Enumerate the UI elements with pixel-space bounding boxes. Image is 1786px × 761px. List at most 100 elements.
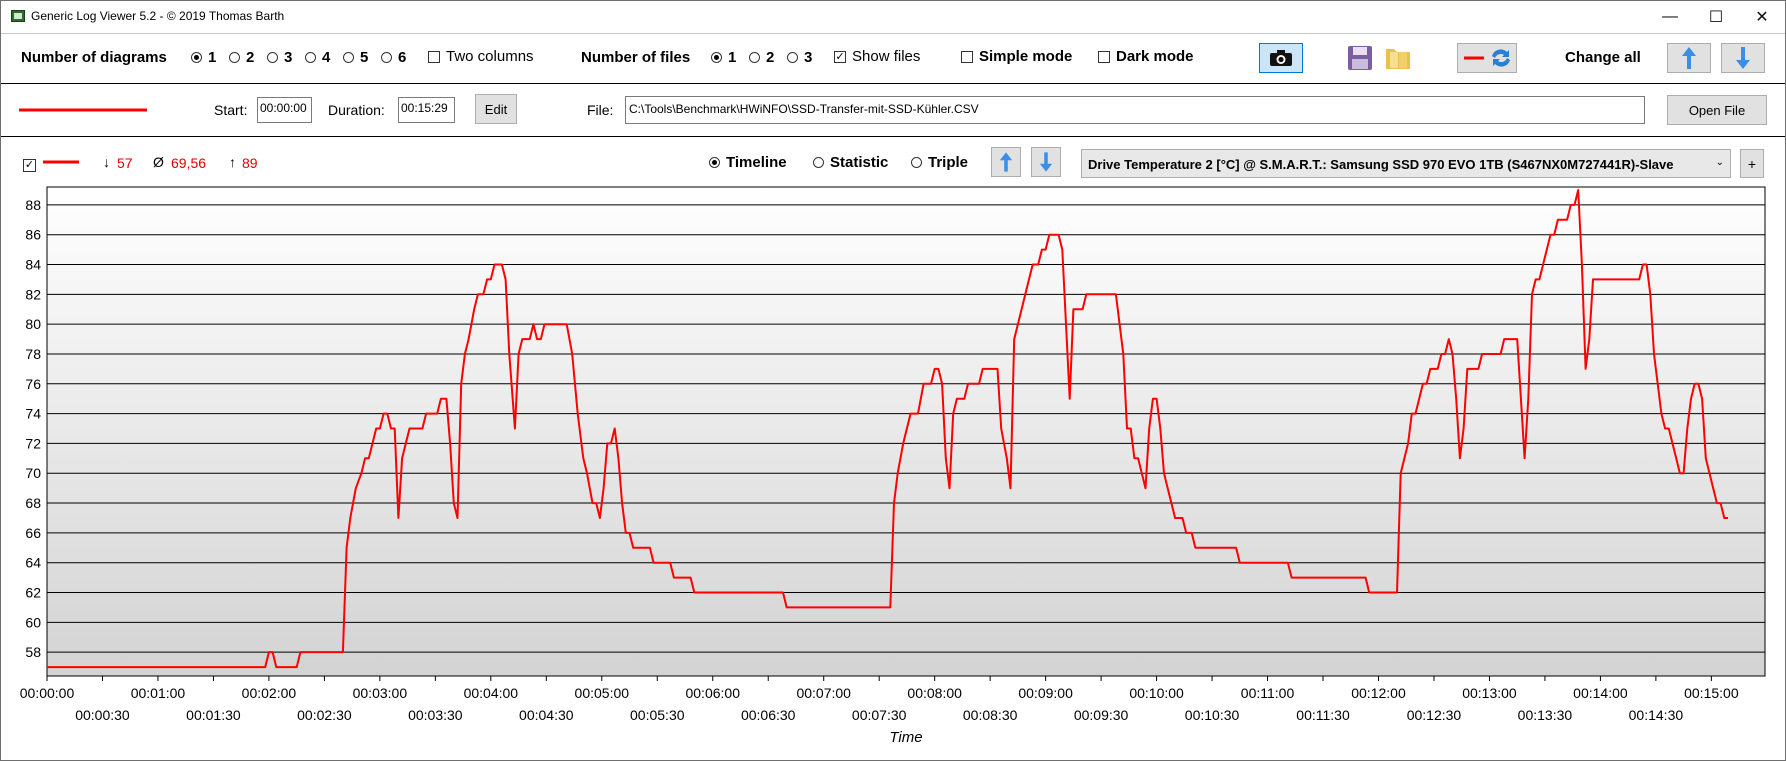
checkbox-icon <box>1098 50 1110 63</box>
diagram-option-6[interactable]: 6 <box>381 49 406 66</box>
file-label: File: <box>587 102 614 118</box>
diagrams-label: Number of diagrams <box>21 49 167 66</box>
swap-color-button[interactable] <box>1457 43 1517 73</box>
add-series-button[interactable]: + <box>1740 149 1764 178</box>
x-tick-label: 00:09:30 <box>1074 707 1129 723</box>
show-files-checkbox[interactable]: ✓ Show files <box>834 48 920 65</box>
two-columns-checkbox[interactable]: Two columns <box>428 48 534 65</box>
app-icon <box>11 10 25 22</box>
min-value: 57 <box>117 155 133 171</box>
radio-icon <box>911 157 922 168</box>
file-option-3[interactable]: 3 <box>787 49 812 66</box>
x-tick-label: 00:07:00 <box>796 685 851 701</box>
move-down-all-button[interactable] <box>1721 43 1765 73</box>
file-settings-row: Start: 00:00:00 Duration: 00:15:29 Edit … <box>1 84 1785 137</box>
arrow-up-icon <box>1682 47 1696 69</box>
x-tick-label: 00:04:00 <box>464 685 519 701</box>
y-tick-label: 64 <box>25 555 41 571</box>
files-label: Number of files <box>581 49 691 66</box>
dark-mode-checkbox[interactable]: Dark mode <box>1098 48 1194 65</box>
close-button[interactable]: ✕ <box>1739 1 1785 32</box>
min-arrow-icon: ↓ <box>103 154 110 170</box>
start-input[interactable]: 00:00:00 <box>257 97 312 123</box>
swap-color-icon <box>1464 49 1510 67</box>
y-tick-label: 84 <box>25 257 41 273</box>
x-tick-label: 00:05:30 <box>630 707 685 723</box>
move-up-button[interactable] <box>991 147 1021 177</box>
file-option-1[interactable]: 1 <box>711 49 736 66</box>
diagram-option-2[interactable]: 2 <box>229 49 254 66</box>
y-tick-label: 76 <box>25 376 41 392</box>
y-tick-label: 78 <box>25 346 41 362</box>
avg-symbol-icon: Ø <box>153 154 164 170</box>
x-tick-label: 00:14:30 <box>1629 707 1684 723</box>
x-tick-label: 00:13:00 <box>1462 685 1517 701</box>
app-window: Generic Log Viewer 5.2 - © 2019 Thomas B… <box>0 0 1786 761</box>
open-folder-button[interactable] <box>1383 43 1413 73</box>
screenshot-button[interactable] <box>1259 43 1303 73</box>
series-info-row: ✓ ↓ 57 Ø 69,56 ↑ 89 Timeline Statistic T… <box>1 141 1785 181</box>
x-tick-label: 00:15:00 <box>1684 685 1739 701</box>
start-label: Start: <box>214 102 248 118</box>
diagram-option-5[interactable]: 5 <box>343 49 368 66</box>
radio-icon <box>229 52 240 63</box>
x-tick-label: 00:13:30 <box>1518 707 1573 723</box>
y-tick-label: 86 <box>25 227 41 243</box>
diagram-option-3[interactable]: 3 <box>267 49 292 66</box>
move-down-button[interactable] <box>1031 147 1061 177</box>
avg-value: 69,56 <box>171 155 207 171</box>
series-visible-checkbox[interactable]: ✓ <box>23 155 42 173</box>
x-tick-label: 00:10:00 <box>1129 685 1184 701</box>
radio-checked-icon <box>711 52 722 63</box>
arrow-down-icon <box>1039 152 1053 172</box>
diagram-option-1[interactable]: 1 <box>191 49 216 66</box>
timeline-chart: 58 60 62 64 66 68 70 72 74 76 78 80 82 84 86 88 00:00:0… <box>20 186 1766 746</box>
move-up-all-button[interactable] <box>1667 43 1711 73</box>
sensor-select-value: Drive Temperature 2 [°C] @ S.M.A.R.T.: S… <box>1088 157 1674 172</box>
radio-icon <box>305 52 316 63</box>
radio-icon <box>267 52 278 63</box>
x-tick-label: 00:06:30 <box>741 707 796 723</box>
diagram-option-4[interactable]: 4 <box>305 49 330 66</box>
x-tick-label: 00:11:00 <box>1241 685 1295 701</box>
x-tick-label: 00:01:30 <box>186 707 241 723</box>
x-tick-label: 00:00:00 <box>20 685 75 701</box>
maximize-button[interactable]: ☐ <box>1693 1 1739 32</box>
simple-mode-checkbox[interactable]: Simple mode <box>961 48 1072 65</box>
save-icon <box>1348 46 1372 70</box>
edit-button[interactable]: Edit <box>475 94 517 124</box>
open-file-button[interactable]: Open File <box>1667 95 1767 125</box>
max-arrow-icon: ↑ <box>229 154 236 170</box>
x-tick-label: 00:07:30 <box>852 707 907 723</box>
chevron-down-icon: ⌄ <box>1715 157 1724 168</box>
sensor-select[interactable]: Drive Temperature 2 [°C] @ S.M.A.R.T.: S… <box>1081 149 1731 178</box>
y-tick-label: 58 <box>25 644 41 660</box>
duration-label: Duration: <box>328 102 385 118</box>
x-axis: 00:00:00 00:01:00 00:02:00 00:03:00 00:04:00… <box>20 676 1739 723</box>
file-path-field[interactable]: C:\Tools\Benchmark\HWiNFO\SSD-Transfer-m… <box>625 96 1645 124</box>
arrow-down-icon <box>1736 47 1750 69</box>
view-statistic[interactable]: Statistic <box>813 154 888 171</box>
main-toolbar: Number of diagrams 1 2 3 4 5 6 Two colum… <box>1 33 1785 84</box>
x-tick-label: 00:09:00 <box>1018 685 1073 701</box>
change-all-label: Change all <box>1565 49 1641 66</box>
file-option-2[interactable]: 2 <box>749 49 774 66</box>
duration-input[interactable]: 00:15:29 <box>398 97 455 123</box>
folder-icon <box>1386 49 1410 69</box>
y-tick-label: 82 <box>25 286 41 302</box>
x-tick-label: 00:01:00 <box>131 685 186 701</box>
y-tick-label: 72 <box>25 435 41 451</box>
series-color-swatch[interactable] <box>19 108 147 112</box>
series-line-swatch <box>43 160 79 164</box>
y-tick-label: 80 <box>25 316 41 332</box>
x-tick-label: 00:00:30 <box>75 707 130 723</box>
view-timeline[interactable]: Timeline <box>709 154 787 171</box>
x-tick-label: 00:02:00 <box>242 685 297 701</box>
view-triple[interactable]: Triple <box>911 154 968 171</box>
minimize-button[interactable]: — <box>1647 1 1693 32</box>
y-axis: 58 60 62 64 66 68 70 72 74 76 78 80 82 84 86 88 <box>25 197 41 660</box>
x-tick-label: 00:14:00 <box>1573 685 1628 701</box>
save-button[interactable] <box>1345 43 1375 73</box>
x-tick-label: 00:05:00 <box>575 685 630 701</box>
y-tick-label: 62 <box>25 585 41 601</box>
